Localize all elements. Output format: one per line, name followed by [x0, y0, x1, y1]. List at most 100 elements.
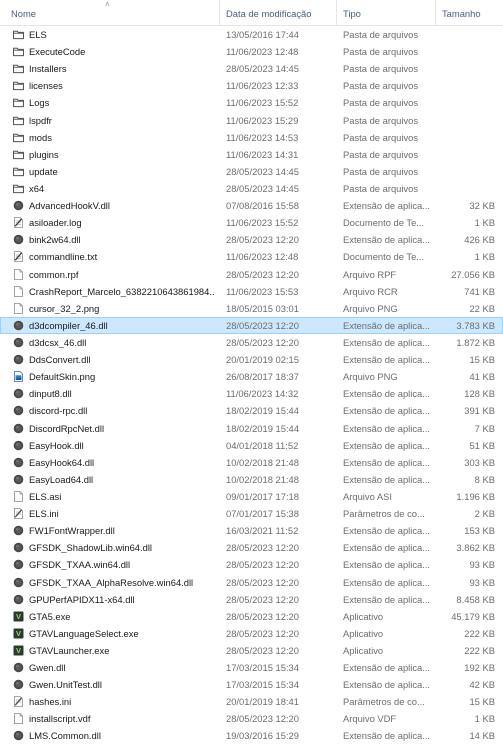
file-type: Extensão de aplica... [343, 542, 431, 554]
file-date-modified: 10/02/2018 21:48 [226, 456, 299, 468]
file-size: 1.872 KB [456, 336, 495, 348]
file-row[interactable]: Installers 28/05/2023 14:45 Pasta de arqui… [0, 60, 503, 77]
file-row[interactable]: CrashReport_Marcelo_6382210643861984... 1… [0, 283, 503, 300]
file-name: GPUPerfAPIDX11-x64.dll [29, 593, 135, 605]
column-divider[interactable] [219, 0, 220, 25]
file-date-modified: 26/08/2017 18:37 [226, 371, 299, 383]
file-date-modified: 28/05/2023 12:20 [226, 627, 299, 639]
text-file-icon [13, 251, 24, 263]
file-row[interactable]: ELS.ini 07/01/2017 15:38 Parâmetros de co.… [0, 505, 503, 522]
file-row[interactable]: installscript.vdf 28/05/2023 12:20 Arquivo… [0, 710, 503, 727]
file-size: 41 KB [469, 371, 495, 383]
file-row[interactable]: EasyLoad64.dll 10/02/2018 21:48 Extensão d… [0, 471, 503, 488]
file-row[interactable]: LMS.Common.dll 19/03/2016 15:29 Extensão d… [0, 727, 503, 744]
file-size: 3.862 KB [456, 542, 495, 554]
file-row[interactable]: asiloader.log 11/06/2023 15:52 Documento d… [0, 214, 503, 231]
file-date-modified: 11/06/2023 14:31 [226, 148, 299, 160]
file-row[interactable]: d3dcompiler_46.dll 28/05/2023 12:20 Extens… [0, 316, 503, 335]
file-date-modified: 17/03/2015 15:34 [226, 679, 299, 691]
column-header-type[interactable]: Tipo [343, 8, 361, 19]
file-size: 222 KB [464, 644, 495, 656]
file-row[interactable]: d3dcsx_46.dll 28/05/2023 12:20 Extensão de… [0, 334, 503, 351]
file-row[interactable]: bink2w64.dll 28/05/2023 12:20 Extensão de … [0, 231, 503, 248]
file-row[interactable]: ELS.asi 09/01/2017 17:18 Arquivo ASI 1.196 … [0, 488, 503, 505]
file-row[interactable]: DdsConvert.dll 20/01/2019 02:15 Extensão d… [0, 351, 503, 368]
file-row[interactable]: hashes.ini 20/01/2019 18:41 Parâmetros de … [0, 693, 503, 710]
file-row[interactable]: lspdfr 11/06/2023 15:29 Pasta de arquivos [0, 112, 503, 129]
file-row[interactable]: ExecuteCode 11/06/2023 12:48 Pasta de arqu… [0, 43, 503, 60]
file-row[interactable]: FW1FontWrapper.dll 16/03/2021 11:52 Extens… [0, 522, 503, 539]
file-date-modified: 28/05/2023 12:20 [226, 593, 299, 605]
file-size: 51 KB [469, 439, 495, 451]
file-row[interactable]: mods 11/06/2023 14:53 Pasta de arquivos [0, 129, 503, 146]
file-type: Pasta de arquivos [343, 182, 419, 194]
file-type: Documento de Te... [343, 217, 425, 229]
file-size: 2 KB [474, 508, 495, 520]
file-size: 15 KB [469, 696, 495, 708]
file-row[interactable]: V GTAVLanguageSelect.exe 28/05/2023 12:20 A… [0, 625, 503, 642]
file-name: GFSDK_ShadowLib.win64.dll [29, 542, 152, 554]
file-date-modified: 18/02/2019 15:44 [226, 405, 299, 417]
file-row[interactable]: update 28/05/2023 14:45 Pasta de arquivos [0, 163, 503, 180]
file-row[interactable]: AdvancedHookV.dll 07/08/2016 15:58 Extensã… [0, 197, 503, 214]
file-date-modified: 28/05/2023 12:20 [226, 713, 299, 725]
file-row[interactable]: GFSDK_TXAA_AlphaResolve.win64.dll 28/05/2… [0, 574, 503, 591]
file-row[interactable]: common.rpf 28/05/2023 12:20 Arquivo RPF 27.… [0, 266, 503, 283]
file-type: Arquivo RPF [343, 268, 397, 280]
file-name: dinput8.dll [29, 388, 72, 400]
file-row[interactable]: GFSDK_TXAA.win64.dll 28/05/2023 12:20 Exte… [0, 556, 503, 573]
file-row[interactable]: x64 28/05/2023 14:45 Pasta de arquivos [0, 180, 503, 197]
file-name: GTA5.exe [29, 610, 71, 622]
file-row[interactable]: GPUPerfAPIDX11-x64.dll 28/05/2023 12:20 Ex… [0, 591, 503, 608]
file-name: Logs [29, 97, 50, 109]
file-row[interactable]: cursor_32_2.png 18/05/2015 03:01 Arquivo P… [0, 300, 503, 317]
file-date-modified: 11/06/2023 14:53 [226, 131, 299, 143]
file-date-modified: 19/03/2016 15:29 [226, 730, 299, 742]
file-name: licenses [29, 80, 63, 92]
file-row[interactable]: dinput8.dll 11/06/2023 14:32 Extensão de a… [0, 385, 503, 402]
file-row[interactable]: plugins 11/06/2023 14:31 Pasta de arquivos [0, 146, 503, 163]
file-date-modified: 28/05/2023 12:20 [226, 336, 299, 348]
folder-icon [13, 115, 24, 126]
file-row[interactable]: GFSDK_ShadowLib.win64.dll 28/05/2023 12:2… [0, 539, 503, 556]
file-row[interactable]: V GTA5.exe 28/05/2023 12:20 Aplicativo 45.17… [0, 608, 503, 625]
file-date-modified: 17/03/2015 15:34 [226, 662, 299, 674]
file-row[interactable]: Gwen.dll 17/03/2015 15:34 Extensão de apli… [0, 659, 503, 676]
file-row[interactable]: V GTAVLauncher.exe 28/05/2023 12:20 Aplicat… [0, 642, 503, 659]
file-type: Pasta de arquivos [343, 29, 419, 40]
file-row[interactable]: ELS 13/05/2016 17:44 Pasta de arquivos [0, 26, 503, 43]
file-name: DiscordRpcNet.dll [29, 422, 105, 434]
file-date-modified: 04/01/2018 11:52 [226, 439, 299, 451]
file-size: 222 KB [464, 627, 495, 639]
file-size: 45.179 KB [451, 610, 495, 622]
file-row[interactable]: EasyHook.dll 04/01/2018 11:52 Extensão de … [0, 437, 503, 454]
file-row[interactable]: licenses 11/06/2023 12:33 Pasta de arquivo… [0, 77, 503, 94]
file-row[interactable]: discord-rpc.dll 18/02/2019 15:44 Extensão … [0, 402, 503, 419]
file-type: Extensão de aplica... [343, 473, 431, 485]
settings-file-icon [13, 508, 24, 519]
dll-icon [13, 662, 24, 673]
file-row[interactable]: commandline.txt 11/06/2023 12:48 Documento… [0, 248, 503, 265]
file-size: 1.196 KB [456, 490, 495, 502]
file-row[interactable]: EasyHook64.dll 10/02/2018 21:48 Extensão d… [0, 454, 503, 471]
file-type: Extensão de aplica... [343, 439, 431, 451]
file-type: Extensão de aplica... [343, 336, 431, 348]
file-type: Aplicativo [343, 644, 384, 656]
folder-icon [13, 166, 24, 177]
file-type: Extensão de aplica... [343, 234, 431, 246]
column-header-name[interactable]: Nome [11, 8, 36, 19]
image-file-icon [13, 371, 24, 383]
column-header-size[interactable]: Tamanho [442, 8, 481, 19]
column-header-date[interactable]: Data de modificação [226, 8, 311, 19]
column-divider[interactable] [336, 0, 337, 25]
file-row[interactable]: Logs 11/06/2023 15:52 Pasta de arquivos [0, 94, 503, 111]
file-type: Extensão de aplica... [343, 679, 431, 691]
file-type: Arquivo ASI [343, 490, 392, 502]
file-row[interactable]: Gwen.UnitTest.dll 17/03/2015 15:34 Extensã… [0, 676, 503, 693]
file-name: lspdfr [29, 114, 52, 126]
folder-icon [13, 80, 24, 91]
column-divider[interactable] [435, 0, 436, 25]
file-type: Pasta de arquivos [343, 97, 419, 109]
file-row[interactable]: DefaultSkin.png 26/08/2017 18:37 Arquivo P… [0, 368, 503, 385]
file-row[interactable]: DiscordRpcNet.dll 18/02/2019 15:44 Extensã… [0, 420, 503, 437]
